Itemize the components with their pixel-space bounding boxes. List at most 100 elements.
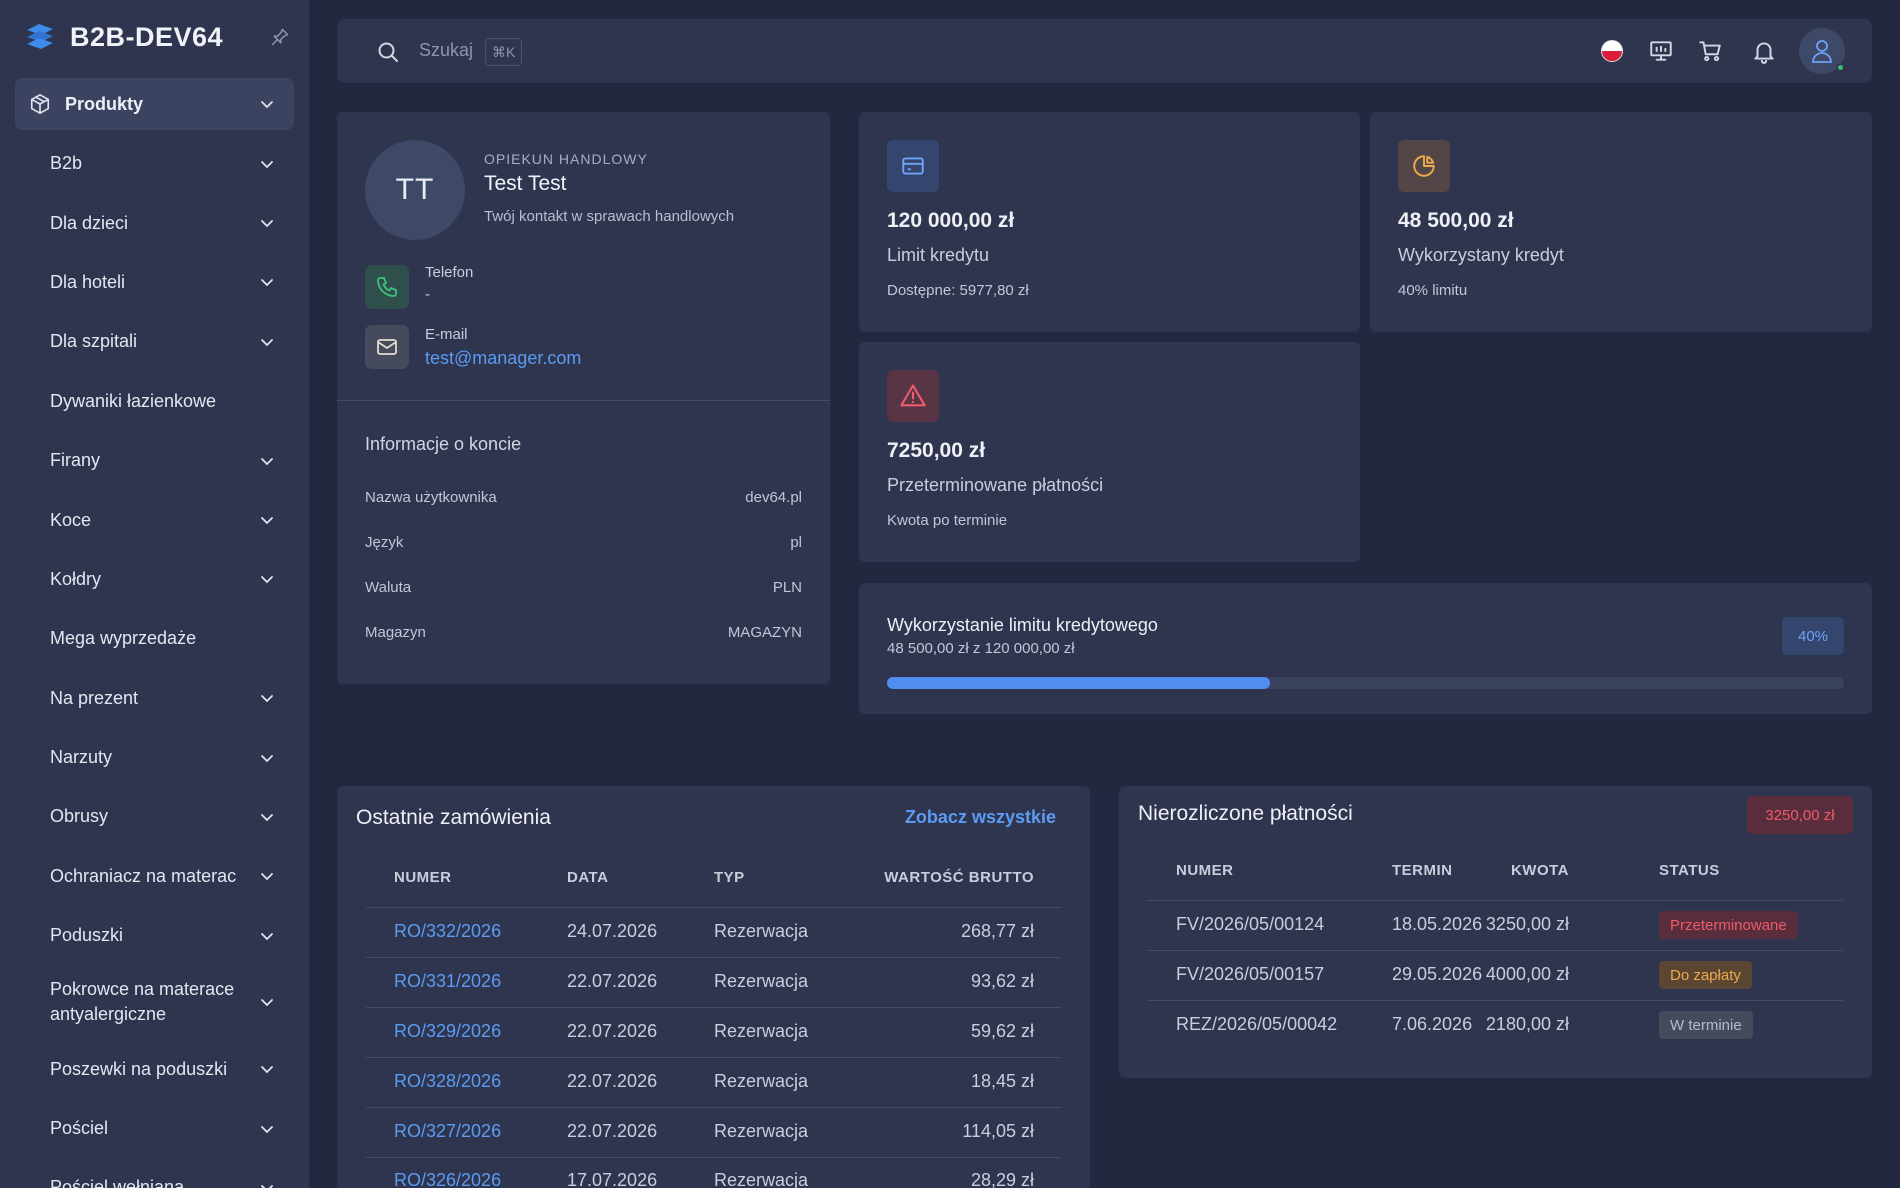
col-header-number: NUMER: [394, 869, 452, 886]
invoice-number: FV/2026/05/00157: [1176, 964, 1325, 984]
sidebar-item-dywaniki[interactable]: Dywaniki łazienkowe: [0, 372, 309, 431]
sidebar-item-koldry[interactable]: Kołdry: [0, 550, 309, 609]
used-credit-percent: 40% limitu: [1398, 282, 1468, 299]
divider: [366, 907, 1061, 908]
order-number-link[interactable]: RO/326/2026: [394, 1170, 501, 1188]
presentation-icon[interactable]: [1648, 38, 1674, 64]
email-link[interactable]: test@manager.com: [425, 348, 581, 369]
chevron-down-icon: [261, 754, 273, 762]
sidebar-item-label: Poduszki: [50, 925, 124, 946]
sidebar-item-koce[interactable]: Koce: [0, 490, 309, 549]
sidebar-item-dla-dzieci[interactable]: Dla dzieci: [0, 193, 309, 252]
order-value: 114,05 zł: [962, 1121, 1034, 1141]
brand[interactable]: B2B-DEV64: [24, 18, 223, 56]
info-row-language: Język pl: [365, 534, 802, 551]
order-type: Rezerwacja: [714, 1021, 809, 1041]
sidebar-item-produkty[interactable]: Produkty: [15, 78, 294, 130]
info-label: Język: [365, 534, 404, 551]
order-date: 22.07.2026: [567, 971, 658, 991]
sidebar-item-ochraniacz[interactable]: Ochraniacz na materac: [0, 847, 309, 906]
sidebar-item-na-prezent[interactable]: Na prezent: [0, 669, 309, 728]
sidebar-item-label: Kołdry: [50, 568, 102, 589]
invoice-amount: 3250,00 zł: [1485, 914, 1569, 934]
info-row-username: Nazwa użytkownika dev64.pl: [365, 489, 802, 506]
sidebar-item-poszewki[interactable]: Poszewki na poduszki: [0, 1039, 309, 1098]
pin-icon[interactable]: [270, 27, 290, 47]
search-shortcut: ⌘K: [485, 38, 523, 66]
account-info-title: Informacje o koncie: [365, 434, 522, 454]
sidebar-item-poduszki[interactable]: Poduszki: [0, 906, 309, 965]
pie-chart-icon-box: [1398, 140, 1450, 192]
recent-orders-card: Ostatnie zamówienia Zobacz wszystkie NUM…: [337, 786, 1090, 1188]
sidebar-item-dla-hoteli[interactable]: Dla hoteli: [0, 253, 309, 312]
payments-title: Nierozliczone płatności: [1138, 802, 1353, 825]
col-header-number: NUMER: [1176, 862, 1234, 879]
chevron-down-icon: [261, 220, 273, 228]
sidebar-item-b2b[interactable]: B2b: [0, 134, 309, 193]
sidebar-item-posciel-welniana[interactable]: Pościel wełniana: [0, 1158, 309, 1188]
chevron-down-icon: [261, 695, 273, 703]
flag-pl-icon[interactable]: [1601, 40, 1623, 62]
sidebar-item-label: Pościel wełniana: [50, 1177, 185, 1188]
credit-limit-amount: 120 000,00 zł: [887, 209, 1015, 232]
orders-title: Ostatnie zamówienia: [356, 806, 551, 829]
credit-limit-card: 120 000,00 zł Limit kredytu Dostępne: 59…: [859, 112, 1360, 332]
sidebar-item-label: Na prezent: [50, 687, 139, 708]
used-credit-label: Wykorzystany kredyt: [1398, 245, 1564, 265]
order-number-link[interactable]: RO/327/2026: [394, 1121, 501, 1142]
phone-icon-box: [365, 265, 409, 309]
order-type: Rezerwacja: [714, 921, 809, 941]
user-icon: [1812, 40, 1832, 63]
order-type: Rezerwacja: [714, 1071, 809, 1091]
bell-icon[interactable]: [1751, 38, 1777, 64]
col-header-status: STATUS: [1659, 862, 1720, 879]
chevron-down-icon: [261, 338, 273, 347]
cart-icon[interactable]: [1697, 38, 1723, 64]
order-number-link[interactable]: RO/328/2026: [394, 1071, 501, 1092]
invoice-due: 29.05.2026: [1392, 964, 1483, 984]
order-number-link[interactable]: RO/332/2026: [394, 921, 501, 942]
sidebar-item-label: Narzuty: [50, 747, 113, 768]
sidebar-item-label: Pokrowce na materace antyalergiczne: [50, 979, 235, 1025]
order-number-link[interactable]: RO/331/2026: [394, 971, 501, 992]
email-label: E-mail: [425, 326, 468, 343]
used-credit-card: 48 500,00 zł Wykorzystany kredyt 40% lim…: [1370, 112, 1872, 332]
divider: [366, 957, 1061, 958]
usage-progress-fill: [887, 677, 1270, 689]
sidebar-item-mega-wyprzedaze[interactable]: Mega wyprzedaże: [0, 609, 309, 668]
order-date: 22.07.2026: [567, 1071, 658, 1091]
sidebar-item-label: Dla dzieci: [50, 212, 129, 233]
sidebar-item-pokrowce[interactable]: Pokrowce na materace antyalergiczne: [0, 965, 309, 1039]
chevron-down-icon: [261, 576, 273, 584]
divider: [366, 1057, 1061, 1058]
divider: [1148, 950, 1843, 951]
divider: [366, 1007, 1061, 1008]
phone-label: Telefon: [425, 264, 474, 281]
manager-role: OPIEKUN HANDLOWY: [484, 151, 648, 167]
see-all-link[interactable]: Zobacz wszystkie: [905, 807, 1056, 828]
sidebar-item-narzuty[interactable]: Narzuty: [0, 728, 309, 787]
invoice-amount: 2180,00 zł: [1485, 1014, 1569, 1034]
sidebar-item-label: Firany: [50, 450, 101, 471]
invoice-due: 18.05.2026: [1392, 914, 1483, 934]
search-input[interactable]: Szukaj: [419, 40, 473, 61]
chevron-down-icon: [261, 814, 273, 822]
sidebar-item-obrusy[interactable]: Obrusy: [0, 787, 309, 846]
chevron-down-icon: [261, 101, 273, 109]
divider: [1148, 900, 1843, 901]
sidebar-item-firany[interactable]: Firany: [0, 431, 309, 490]
usage-title: Wykorzystanie limitu kredytowego: [887, 615, 1158, 635]
order-number-link[interactable]: RO/329/2026: [394, 1021, 501, 1042]
email-icon-box: [365, 325, 409, 369]
sidebar-item-label: Pościel: [50, 1118, 109, 1139]
sidebar-item-label: Koce: [50, 509, 92, 530]
sidebar-item-label: B2b: [50, 153, 83, 174]
search-icon[interactable]: [376, 40, 400, 64]
unsettled-payments-card: Nierozliczone płatności 3250,00 zł NUMER…: [1119, 786, 1872, 1078]
sidebar-item-dla-szpitali[interactable]: Dla szpitali: [0, 312, 309, 371]
chevron-down-icon: [261, 517, 273, 525]
info-row-warehouse: Magazyn MAGAZYN: [365, 624, 802, 641]
order-value: 93,62 zł: [970, 971, 1034, 991]
sidebar: B2B-DEV64 Produkty B2b Dla dzieci Dla ho…: [0, 0, 309, 1188]
sidebar-item-posciel[interactable]: Pościel: [0, 1099, 309, 1158]
